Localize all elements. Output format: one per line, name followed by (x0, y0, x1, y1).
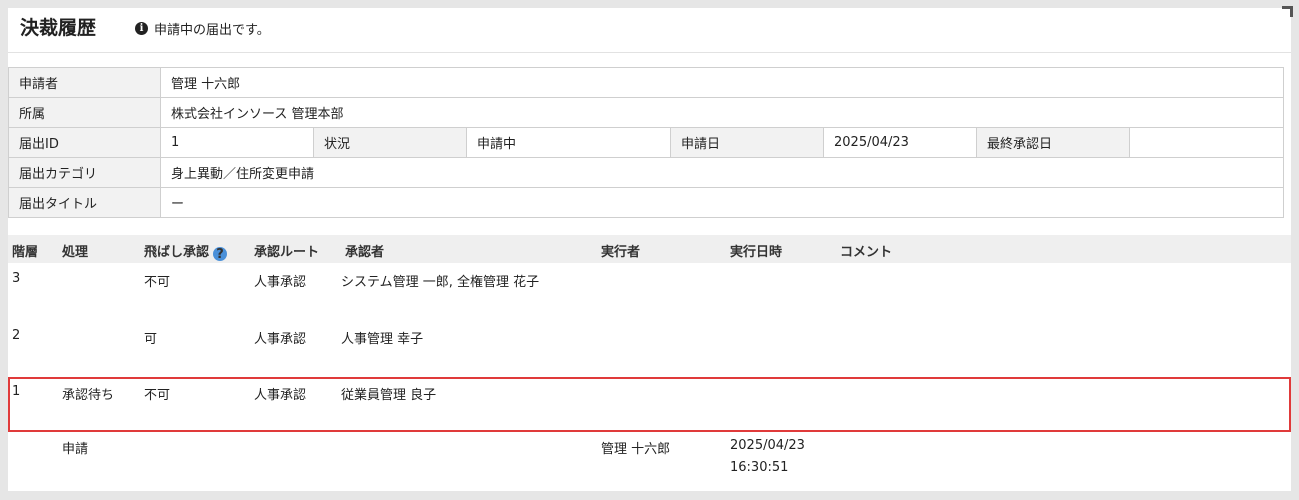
row-route: 人事承認 (254, 332, 307, 347)
application-row: 申請 管理 十六郎 2025/04/23 16:30:51 (8, 432, 1291, 488)
category-value: 身上異動／住所変更申請 (159, 157, 1285, 188)
row-process: 申請 (62, 442, 89, 457)
page-title: 決裁履歴 (20, 17, 97, 39)
apply-date-label: 申請日 (670, 127, 824, 158)
applicant-label: 申請者 (8, 67, 161, 98)
row-process: 承認待ち (62, 388, 115, 403)
approval-history-panel: 決裁履歴 i 申請中の届出です。 申請者 管理 十六郎 所属 株式会社インソース… (8, 6, 1293, 491)
col-executor: 実行者 (601, 245, 641, 260)
col-process: 処理 (62, 245, 89, 260)
info-icon: i (135, 22, 148, 35)
row-date: 2025/04/23 (730, 438, 805, 453)
approval-row-1-current: 1 承認待ち 不可 人事承認 従業員管理 良子 (8, 377, 1291, 432)
category-label: 届出カテゴリ (8, 157, 161, 188)
status-notice: i 申請中の届出です。 (135, 19, 270, 38)
doc-title-label: 届出タイトル (8, 187, 161, 218)
row-level: 3 (12, 271, 21, 286)
help-icon[interactable]: ? (213, 247, 228, 262)
col-comment: コメント (840, 245, 893, 260)
col-approver: 承認者 (345, 245, 385, 260)
applicant-row: 申請者 管理 十六郎 (8, 67, 1285, 98)
id-status-row: 届出ID 1 状況 申請中 申請日 2025/04/23 最終承認日 (8, 127, 1285, 158)
doc-title-row: 届出タイトル ー (8, 187, 1285, 218)
status-notice-text: 申請中の届出です。 (154, 23, 270, 38)
approval-row-2: 2 可 人事承認 人事管理 幸子 (8, 320, 1291, 376)
col-datetime: 実行日時 (730, 245, 783, 260)
status-value: 申請中 (466, 127, 671, 158)
affiliation-label: 所属 (8, 97, 161, 128)
row-route: 人事承認 (254, 275, 307, 290)
request-info-table: 申請者 管理 十六郎 所属 株式会社インソース 管理本部 届出ID 1 状況 申… (8, 67, 1285, 218)
apply-date-value: 2025/04/23 (823, 127, 977, 158)
row-approver: 人事管理 幸子 (341, 332, 424, 347)
row-level: 1 (12, 384, 21, 399)
col-skip-label: 飛ばし承認 (144, 245, 210, 260)
col-route: 承認ルート (254, 245, 320, 260)
doc-title-value: ー (159, 187, 1285, 218)
row-skip: 不可 (144, 388, 171, 403)
applicant-value: 管理 十六郎 (159, 67, 1285, 98)
category-row: 届出カテゴリ 身上異動／住所変更申請 (8, 157, 1285, 188)
affiliation-row: 所属 株式会社インソース 管理本部 (8, 97, 1285, 128)
row-approver: システム管理 一郎, 全権管理 花子 (341, 275, 540, 290)
final-approval-date-value (1128, 127, 1285, 158)
col-level: 階層 (12, 245, 39, 260)
row-skip: 可 (144, 332, 158, 347)
row-level: 2 (12, 328, 21, 343)
request-id-value: 1 (160, 127, 314, 158)
row-skip: 不可 (144, 275, 171, 290)
row-approver: 従業員管理 良子 (341, 388, 437, 403)
request-id-label: 届出ID (8, 127, 161, 158)
row-executor: 管理 十六郎 (601, 442, 671, 457)
final-approval-date-label: 最終承認日 (976, 127, 1130, 158)
affiliation-value: 株式会社インソース 管理本部 (159, 97, 1285, 128)
panel-header: 決裁履歴 i 申請中の届出です。 (8, 8, 1291, 53)
status-label: 状況 (313, 127, 467, 158)
row-route: 人事承認 (254, 388, 307, 403)
row-time: 16:30:51 (730, 460, 789, 475)
approval-row-3: 3 不可 人事承認 システム管理 一郎, 全権管理 花子 (8, 263, 1291, 319)
approvals-header-row: 階層 処理 飛ばし承認? 承認ルート 承認者 実行者 実行日時 コメント (8, 235, 1291, 263)
col-skip: 飛ばし承認? (144, 241, 228, 262)
